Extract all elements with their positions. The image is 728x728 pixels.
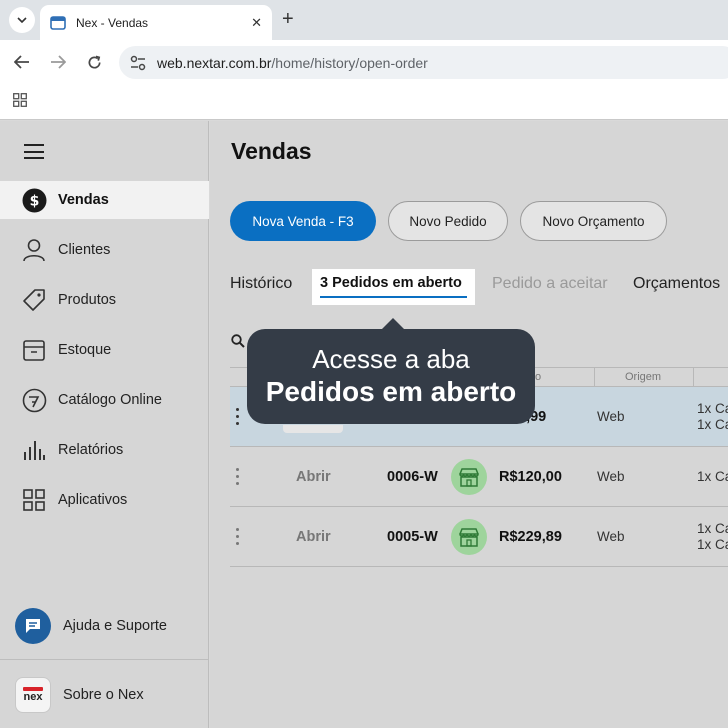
tab-pedido-a-aceitar[interactable]: Pedido a aceitar: [492, 275, 608, 293]
browser-tab-title: Nex - Vendas: [76, 15, 149, 30]
order-price: R$229,89: [499, 529, 562, 545]
sidebar-divider: [0, 659, 209, 660]
open-order-button[interactable]: [283, 425, 343, 433]
sidebar-item-label: Clientes: [58, 242, 111, 258]
close-tab-icon[interactable]: ✕: [251, 15, 262, 31]
chevron-down-icon: [17, 17, 27, 23]
arrow-right-icon: [51, 55, 66, 69]
order-item: 1x Ca: [697, 469, 728, 484]
more-options-icon[interactable]: [236, 408, 240, 426]
order-origin: Web: [597, 469, 625, 484]
new-order-button[interactable]: Novo Pedido: [388, 201, 508, 241]
tab-search-button[interactable]: [9, 7, 35, 33]
page-title: Vendas: [231, 138, 312, 164]
about-nex-link[interactable]: nex Sobre o Nex: [15, 677, 144, 713]
url-text: web.nextar.com.br/home/history/open-orde…: [157, 55, 428, 71]
site-settings-icon[interactable]: [129, 54, 147, 72]
sidebar-item-produtos[interactable]: Produtos: [0, 281, 209, 319]
browser-tabstrip: Nex - Vendas ✕ +: [0, 0, 728, 40]
order-price: R$120,00: [499, 469, 562, 485]
about-nex-label: Sobre o Nex: [63, 687, 144, 703]
svg-text:$: $: [29, 193, 39, 209]
column-header-origem: Origem: [625, 371, 662, 383]
order-origin: Web: [597, 529, 625, 544]
catalog-icon: [21, 387, 47, 413]
order-item: 1x Ca: [697, 521, 728, 536]
bar-chart-icon: [21, 437, 47, 463]
order-code: 0005-W: [387, 529, 438, 545]
new-tab-button[interactable]: +: [282, 9, 294, 29]
tooltip-line-2: Pedidos em aberto: [265, 376, 517, 407]
order-item: 1x Ca: [697, 417, 728, 432]
sidebar-item-vendas[interactable]: $ Vendas: [0, 181, 209, 219]
help-support-label: Ajuda e Suporte: [63, 618, 167, 634]
store-icon: [451, 459, 487, 495]
url-path: /home/history/open-order: [271, 55, 428, 71]
sidebar-item-label: Relatórios: [58, 442, 124, 458]
nex-logo-text: nex: [23, 691, 43, 703]
sidebar-item-label: Produtos: [58, 292, 117, 308]
apps-grid-icon: [21, 487, 47, 513]
sidebar-item-label: Vendas: [58, 192, 109, 208]
sidebar-item-relatorios[interactable]: Relatórios: [0, 431, 209, 469]
open-order-button[interactable]: Abrir: [296, 529, 331, 545]
tooltip-line-1: Acesse a aba: [312, 344, 470, 374]
table-row[interactable]: Abrir 0006-W R$120,00 Web 1x Ca: [230, 447, 728, 507]
column-header-total: o: [535, 371, 542, 383]
dollar-coin-icon: $: [21, 187, 47, 213]
box-icon: [21, 337, 47, 363]
more-options-icon[interactable]: [236, 528, 240, 546]
sidebar-item-clientes[interactable]: Clientes: [0, 231, 209, 269]
more-options-icon[interactable]: [236, 468, 240, 486]
url-domain: web.nextar.com.br: [157, 55, 272, 71]
onboarding-tooltip: Acesse a aba Pedidos em aberto: [247, 318, 535, 424]
tab-pedidos-em-aberto[interactable]: 3 Pedidos em aberto: [312, 269, 475, 305]
order-item: 1x Ca: [697, 537, 728, 552]
store-icon: [451, 519, 487, 555]
reload-button[interactable]: [84, 52, 104, 72]
main-content: Vendas Nova Venda - F3 Novo Pedido Novo …: [210, 121, 728, 728]
browser-tab-active[interactable]: Nex - Vendas ✕: [40, 5, 272, 40]
sidebar: $ Vendas Clientes Produtos Estoque Catál…: [0, 121, 209, 728]
sidebar-item-aplicativos[interactable]: Aplicativos: [0, 481, 209, 519]
order-code: 0006-W: [387, 469, 438, 485]
apps-grid-icon[interactable]: [13, 93, 27, 107]
browser-toolbar: web.nextar.com.br/home/history/open-orde…: [0, 40, 728, 85]
sidebar-item-label: Catálogo Online: [58, 392, 162, 408]
window-favicon-icon: [50, 15, 66, 30]
sidebar-item-label: Aplicativos: [58, 492, 128, 508]
reload-icon: [88, 55, 101, 68]
bookmarks-bar: [0, 85, 728, 120]
chat-bubble-icon: [15, 608, 51, 644]
tab-pedidos-em-aberto-label: 3 Pedidos em aberto: [320, 275, 462, 291]
order-origin: Web: [597, 409, 625, 424]
search-icon[interactable]: [231, 334, 245, 348]
forward-button[interactable]: [48, 52, 68, 72]
open-order-button[interactable]: Abrir: [296, 469, 331, 485]
tooltip-arrow: [381, 318, 405, 330]
menu-toggle-icon[interactable]: [24, 144, 44, 159]
new-sale-button[interactable]: Nova Venda - F3: [230, 201, 376, 241]
tag-icon: [21, 287, 47, 313]
sidebar-item-estoque[interactable]: Estoque: [0, 331, 209, 369]
address-bar[interactable]: web.nextar.com.br/home/history/open-orde…: [119, 46, 728, 79]
sidebar-item-label: Estoque: [58, 342, 112, 358]
active-tab-underline: [320, 296, 467, 298]
sidebar-item-catalogo-online[interactable]: Catálogo Online: [0, 381, 209, 419]
sales-tabs: Histórico 3 Pedidos em aberto Pedido a a…: [210, 269, 728, 309]
tab-orcamentos[interactable]: Orçamentos: [633, 275, 720, 293]
tab-historico[interactable]: Histórico: [230, 275, 292, 293]
back-button[interactable]: [12, 52, 32, 72]
help-support-link[interactable]: Ajuda e Suporte: [15, 608, 167, 644]
person-icon: [21, 237, 47, 263]
new-quote-button[interactable]: Novo Orçamento: [520, 201, 667, 241]
table-row[interactable]: Abrir 0005-W R$229,89 Web 1x Ca 1x Ca: [230, 507, 728, 567]
nex-logo: nex: [15, 677, 51, 713]
order-item: 1x Ca: [697, 401, 728, 416]
arrow-left-icon: [14, 55, 29, 69]
